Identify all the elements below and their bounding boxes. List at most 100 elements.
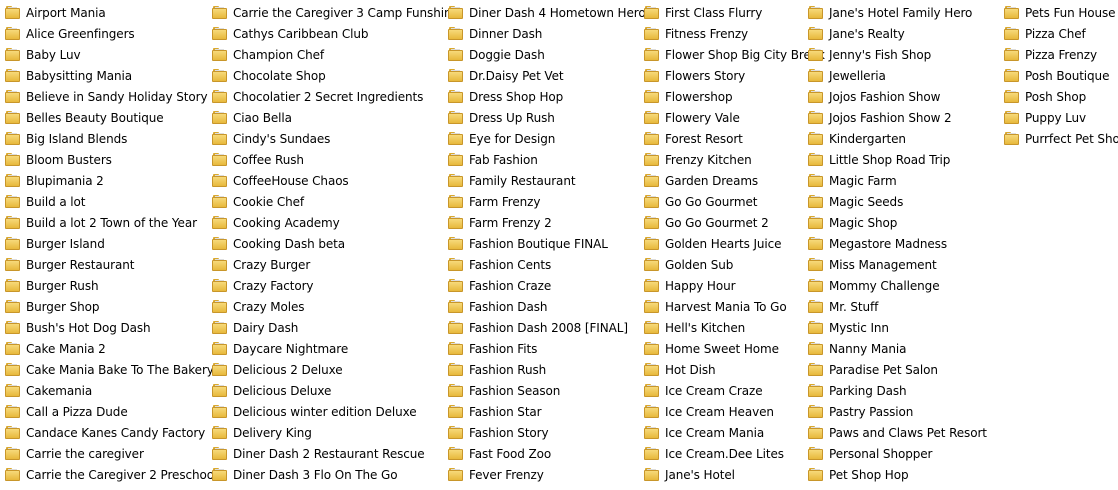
folder-item[interactable]: Cookie Chef bbox=[212, 191, 459, 212]
folder-item[interactable]: Alice Greenfingers bbox=[5, 23, 217, 44]
folder-item[interactable]: Farm Frenzy 2 bbox=[448, 212, 646, 233]
folder-item[interactable]: Jewelleria bbox=[808, 65, 987, 86]
folder-item[interactable]: Dr.Daisy Pet Vet bbox=[448, 65, 646, 86]
folder-item[interactable]: Coffee Rush bbox=[212, 149, 459, 170]
folder-item[interactable]: Champion Chef bbox=[212, 44, 459, 65]
folder-item[interactable]: Doggie Dash bbox=[448, 44, 646, 65]
folder-item[interactable]: Carrie the Caregiver 3 Camp Funshine bbox=[212, 2, 459, 23]
folder-item[interactable]: Fashion Fits bbox=[448, 338, 646, 359]
folder-item[interactable]: Carrie the caregiver bbox=[5, 443, 217, 464]
folder-item[interactable]: Flowery Vale bbox=[644, 107, 825, 128]
folder-item[interactable]: Crazy Factory bbox=[212, 275, 459, 296]
folder-item[interactable]: Diner Dash 2 Restaurant Rescue bbox=[212, 443, 459, 464]
folder-item[interactable]: Big Island Blends bbox=[5, 128, 217, 149]
folder-item[interactable]: Fab Fashion bbox=[448, 149, 646, 170]
folder-item[interactable]: Jojos Fashion Show 2 bbox=[808, 107, 987, 128]
folder-item[interactable]: Jane's Realty bbox=[808, 23, 987, 44]
folder-item[interactable]: Cooking Academy bbox=[212, 212, 459, 233]
folder-item[interactable]: Fashion Season bbox=[448, 380, 646, 401]
folder-item[interactable]: First Class Flurry bbox=[644, 2, 825, 23]
folder-item[interactable]: Baby Luv bbox=[5, 44, 217, 65]
folder-item[interactable]: Dress Up Rush bbox=[448, 107, 646, 128]
folder-item[interactable]: Go Go Gourmet 2 bbox=[644, 212, 825, 233]
folder-item[interactable]: Paradise Pet Salon bbox=[808, 359, 987, 380]
folder-item[interactable]: Jane's Hotel bbox=[644, 464, 825, 485]
folder-item[interactable]: Fashion Dash 2008 [FINAL] bbox=[448, 317, 646, 338]
folder-item[interactable]: Burger Shop bbox=[5, 296, 217, 317]
folder-item[interactable]: Cakemania bbox=[5, 380, 217, 401]
folder-item[interactable]: Bloom Busters bbox=[5, 149, 217, 170]
folder-item[interactable]: Posh Shop bbox=[1004, 86, 1118, 107]
folder-item[interactable]: Golden Hearts Juice bbox=[644, 233, 825, 254]
folder-item[interactable]: Build a lot 2 Town of the Year bbox=[5, 212, 217, 233]
folder-item[interactable]: Mommy Challenge bbox=[808, 275, 987, 296]
folder-item[interactable]: Family Restaurant bbox=[448, 170, 646, 191]
folder-item[interactable]: Magic Farm bbox=[808, 170, 987, 191]
folder-item[interactable]: Delicious Deluxe bbox=[212, 380, 459, 401]
folder-item[interactable]: Ice Cream Mania bbox=[644, 422, 825, 443]
folder-item[interactable]: Build a lot bbox=[5, 191, 217, 212]
folder-item[interactable]: Pizza Frenzy bbox=[1004, 44, 1118, 65]
folder-item[interactable]: Little Shop Road Trip bbox=[808, 149, 987, 170]
folder-item[interactable]: Babysitting Mania bbox=[5, 65, 217, 86]
folder-item[interactable]: Purrfect Pet Shop bbox=[1004, 128, 1118, 149]
folder-item[interactable]: Megastore Madness bbox=[808, 233, 987, 254]
folder-item[interactable]: Miss Management bbox=[808, 254, 987, 275]
folder-item[interactable]: Fashion Cents bbox=[448, 254, 646, 275]
folder-item[interactable]: Eye for Design bbox=[448, 128, 646, 149]
folder-item[interactable]: Jane's Hotel Family Hero bbox=[808, 2, 987, 23]
folder-item[interactable]: Fashion Story bbox=[448, 422, 646, 443]
folder-item[interactable]: Dress Shop Hop bbox=[448, 86, 646, 107]
folder-item[interactable]: Chocolatier 2 Secret Ingredients bbox=[212, 86, 459, 107]
folder-item[interactable]: Ice Cream.Dee Lites bbox=[644, 443, 825, 464]
folder-item[interactable]: Fashion Star bbox=[448, 401, 646, 422]
folder-item[interactable]: Blupimania 2 bbox=[5, 170, 217, 191]
folder-item[interactable]: Personal Shopper bbox=[808, 443, 987, 464]
folder-item[interactable]: Cake Mania 2 bbox=[5, 338, 217, 359]
folder-item[interactable]: Go Go Gourmet bbox=[644, 191, 825, 212]
folder-item[interactable]: Ice Cream Heaven bbox=[644, 401, 825, 422]
folder-item[interactable]: Fast Food Zoo bbox=[448, 443, 646, 464]
folder-item[interactable]: Delivery King bbox=[212, 422, 459, 443]
folder-item[interactable]: Ice Cream Craze bbox=[644, 380, 825, 401]
folder-item[interactable]: Call a Pizza Dude bbox=[5, 401, 217, 422]
folder-item[interactable]: CoffeeHouse Chaos bbox=[212, 170, 459, 191]
folder-item[interactable]: Belles Beauty Boutique bbox=[5, 107, 217, 128]
folder-item[interactable]: Mr. Stuff bbox=[808, 296, 987, 317]
folder-item[interactable]: Pet Shop Hop bbox=[808, 464, 987, 485]
folder-item[interactable]: Pets Fun House bbox=[1004, 2, 1118, 23]
folder-item[interactable]: Cake Mania Bake To The Bakery bbox=[5, 359, 217, 380]
folder-item[interactable]: Carrie the Caregiver 2 Preschool bbox=[5, 464, 217, 485]
folder-item[interactable]: Pizza Chef bbox=[1004, 23, 1118, 44]
folder-item[interactable]: Airport Mania bbox=[5, 2, 217, 23]
folder-item[interactable]: Nanny Mania bbox=[808, 338, 987, 359]
folder-item[interactable]: Delicious 2 Deluxe bbox=[212, 359, 459, 380]
folder-item[interactable]: Flowershop bbox=[644, 86, 825, 107]
folder-item[interactable]: Magic Seeds bbox=[808, 191, 987, 212]
folder-item[interactable]: Posh Boutique bbox=[1004, 65, 1118, 86]
folder-item[interactable]: Fitness Frenzy bbox=[644, 23, 825, 44]
folder-item[interactable]: Flower Shop Big City Break bbox=[644, 44, 825, 65]
folder-item[interactable]: Fashion Dash bbox=[448, 296, 646, 317]
folder-item[interactable]: Believe in Sandy Holiday Story bbox=[5, 86, 217, 107]
folder-item[interactable]: Puppy Luv bbox=[1004, 107, 1118, 128]
folder-item[interactable]: Chocolate Shop bbox=[212, 65, 459, 86]
folder-item[interactable]: Farm Frenzy bbox=[448, 191, 646, 212]
folder-item[interactable]: Harvest Mania To Go bbox=[644, 296, 825, 317]
folder-item[interactable]: Hell's Kitchen bbox=[644, 317, 825, 338]
folder-item[interactable]: Parking Dash bbox=[808, 380, 987, 401]
folder-item[interactable]: Burger Island bbox=[5, 233, 217, 254]
folder-item[interactable]: Cooking Dash beta bbox=[212, 233, 459, 254]
folder-item[interactable]: Burger Rush bbox=[5, 275, 217, 296]
folder-item[interactable]: Crazy Moles bbox=[212, 296, 459, 317]
folder-item[interactable]: Dairy Dash bbox=[212, 317, 459, 338]
folder-item[interactable]: Delicious winter edition Deluxe bbox=[212, 401, 459, 422]
folder-item[interactable]: Happy Hour bbox=[644, 275, 825, 296]
folder-item[interactable]: Pastry Passion bbox=[808, 401, 987, 422]
folder-item[interactable]: Fashion Craze bbox=[448, 275, 646, 296]
folder-item[interactable]: Golden Sub bbox=[644, 254, 825, 275]
folder-item[interactable]: Magic Shop bbox=[808, 212, 987, 233]
folder-item[interactable]: Cathys Caribbean Club bbox=[212, 23, 459, 44]
folder-item[interactable]: Forest Resort bbox=[644, 128, 825, 149]
folder-item[interactable]: Jojos Fashion Show bbox=[808, 86, 987, 107]
